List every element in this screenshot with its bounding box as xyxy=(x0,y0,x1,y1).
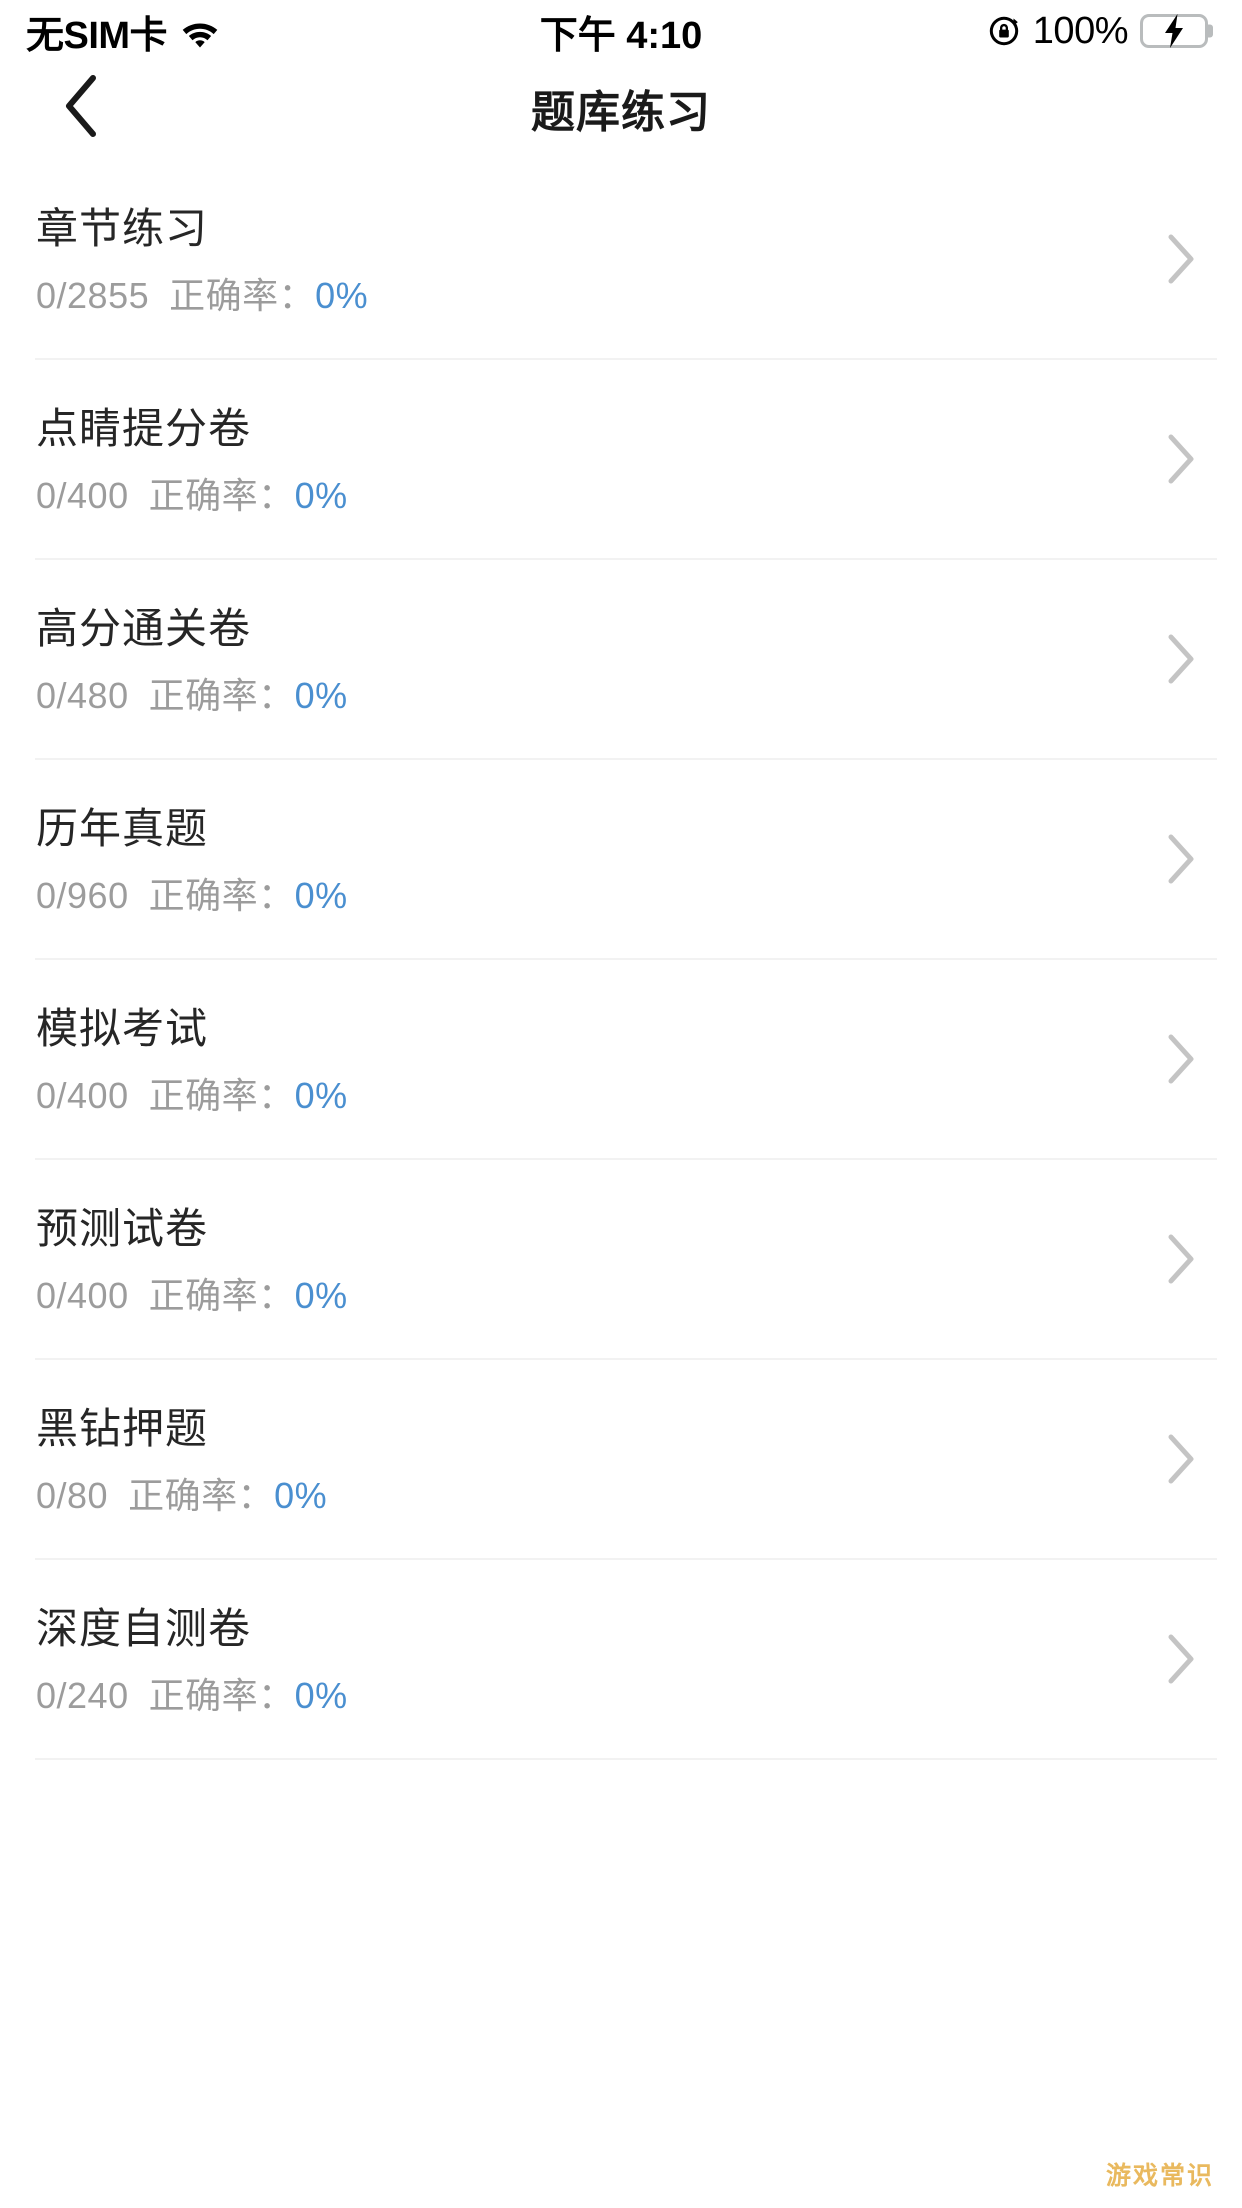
wifi-icon xyxy=(179,17,221,49)
list-item[interactable]: 历年真题 0/960 正确率： 0% xyxy=(0,760,1242,958)
rotation-lock-icon xyxy=(987,14,1021,48)
battery-percent-label: 100% xyxy=(1032,9,1129,52)
clock-label: 下午 4:10 xyxy=(539,14,703,57)
carrier-label: 无SIM卡 xyxy=(26,14,168,57)
accuracy-label: 正确率： xyxy=(148,475,295,516)
question-count: 0/400 xyxy=(36,1075,129,1116)
list-item-content: 深度自测卷 0/240 正确率： 0% xyxy=(0,1608,1242,1714)
question-count: 0/400 xyxy=(36,1275,129,1316)
list-item[interactable]: 点睛提分卷 0/400 正确率： 0% xyxy=(0,360,1242,558)
question-count: 0/480 xyxy=(36,675,129,716)
list-item-content: 历年真题 0/960 正确率： 0% xyxy=(0,808,1242,914)
accuracy-label: 正确率： xyxy=(148,1675,295,1716)
list-item-content: 点睛提分卷 0/400 正确率： 0% xyxy=(0,408,1242,514)
chevron-right-icon xyxy=(1166,1433,1196,1485)
accuracy-value: 0% xyxy=(294,675,348,716)
status-bar-left: 无SIM卡 xyxy=(26,4,221,59)
list-item-content: 高分通关卷 0/480 正确率： 0% xyxy=(0,608,1242,714)
list-item-title: 高分通关卷 xyxy=(36,605,252,652)
accuracy-value: 0% xyxy=(294,1075,348,1116)
list-item-stats: 0/960 正确率： 0% xyxy=(36,878,1206,914)
list-item-content: 模拟考试 0/400 正确率： 0% xyxy=(0,1008,1242,1114)
list-item[interactable]: 章节练习 0/2855 正确率： 0% xyxy=(0,160,1242,358)
accuracy-label: 正确率： xyxy=(148,875,295,916)
accuracy-label: 正确率： xyxy=(148,1275,295,1316)
list-item-content: 预测试卷 0/400 正确率： 0% xyxy=(0,1208,1242,1314)
list-item[interactable]: 预测试卷 0/400 正确率： 0% xyxy=(0,1160,1242,1358)
list-item-stats: 0/400 正确率： 0% xyxy=(36,1078,1206,1114)
status-bar-right: 100% xyxy=(987,10,1208,53)
question-count: 0/2855 xyxy=(36,275,150,316)
page-title: 题库练习 xyxy=(531,88,711,137)
list-item[interactable]: 深度自测卷 0/240 正确率： 0% xyxy=(0,1560,1242,1758)
list-item-title: 章节练习 xyxy=(36,205,209,252)
chevron-right-icon xyxy=(1166,633,1196,685)
accuracy-label: 正确率： xyxy=(128,1475,275,1516)
accuracy-label: 正确率： xyxy=(148,675,295,716)
list-item[interactable]: 模拟考试 0/400 正确率： 0% xyxy=(0,960,1242,1158)
accuracy-value: 0% xyxy=(294,475,348,516)
accuracy-value: 0% xyxy=(294,875,348,916)
list-item-stats: 0/80 正确率： 0% xyxy=(36,1478,1206,1514)
accuracy-value: 0% xyxy=(294,1675,348,1716)
list-item-stats: 0/480 正确率： 0% xyxy=(36,678,1206,714)
list-item-title: 黑钻押题 xyxy=(36,1405,209,1452)
list-item-content: 章节练习 0/2855 正确率： 0% xyxy=(0,208,1242,314)
navigation-bar: 题库练习 xyxy=(0,62,1242,154)
chevron-right-icon xyxy=(1166,833,1196,885)
question-count: 0/240 xyxy=(36,1675,129,1716)
list-item-stats: 0/240 正确率： 0% xyxy=(36,1678,1206,1714)
list-item-stats: 0/400 正确率： 0% xyxy=(36,1278,1206,1314)
question-count: 0/960 xyxy=(36,875,129,916)
accuracy-value: 0% xyxy=(294,1275,348,1316)
list-divider xyxy=(35,1758,1217,1760)
list-item[interactable]: 高分通关卷 0/480 正确率： 0% xyxy=(0,560,1242,758)
accuracy-label: 正确率： xyxy=(169,275,316,316)
accuracy-label: 正确率： xyxy=(148,1075,295,1116)
list-item-title: 预测试卷 xyxy=(36,1205,209,1252)
status-bar: 无SIM卡 下午 4:10 100% xyxy=(0,0,1242,62)
list-item[interactable]: 黑钻押题 0/80 正确率： 0% xyxy=(0,1360,1242,1558)
chevron-right-icon xyxy=(1166,1633,1196,1685)
chevron-right-icon xyxy=(1166,1033,1196,1085)
battery-charging-icon xyxy=(1140,14,1208,48)
list-item-title: 模拟考试 xyxy=(36,1005,209,1052)
list-item-title: 点睛提分卷 xyxy=(36,405,252,452)
accuracy-value: 0% xyxy=(274,1475,328,1516)
list-item-stats: 0/2855 正确率： 0% xyxy=(36,278,1206,314)
accuracy-value: 0% xyxy=(315,275,369,316)
chevron-right-icon xyxy=(1166,233,1196,285)
list-item-content: 黑钻押题 0/80 正确率： 0% xyxy=(0,1408,1242,1514)
question-count: 0/80 xyxy=(36,1475,109,1516)
chevron-right-icon xyxy=(1166,1233,1196,1285)
practice-list: 章节练习 0/2855 正确率： 0% 点睛提分卷 0/400 正确率： 0% xyxy=(0,154,1242,1760)
question-count: 0/400 xyxy=(36,475,129,516)
list-item-stats: 0/400 正确率： 0% xyxy=(36,478,1206,514)
list-item-title: 深度自测卷 xyxy=(36,1605,252,1652)
list-item-title: 历年真题 xyxy=(36,805,209,852)
watermark: 游戏常识 xyxy=(1105,2162,1214,2190)
chevron-right-icon xyxy=(1166,433,1196,485)
